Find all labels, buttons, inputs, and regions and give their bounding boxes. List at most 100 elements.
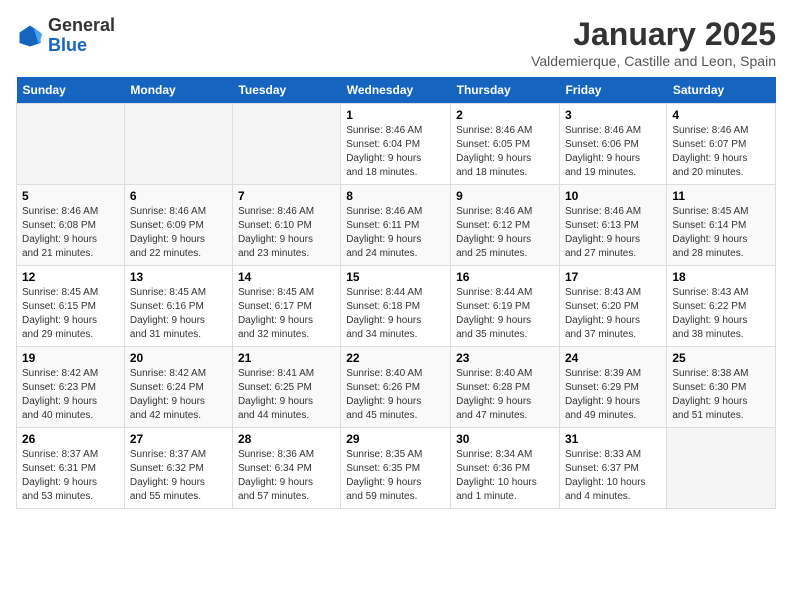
calendar-cell: 30 Sunrise: 8:34 AM Sunset: 6:36 PM Dayli… (451, 428, 560, 509)
page-title: January 2025 (531, 16, 776, 53)
day-info: Sunrise: 8:46 AM Sunset: 6:04 PM Dayligh… (346, 124, 445, 180)
calendar-cell (17, 104, 125, 185)
day-info: Sunrise: 8:42 AM Sunset: 6:24 PM Dayligh… (130, 367, 227, 423)
day-number: 17 (565, 270, 661, 284)
calendar-week-row: 5Sunrise: 8:46 AM Sunset: 6:08 PM Daylig… (17, 185, 776, 266)
day-info: Sunrise: 8:45 AM Sunset: 6:16 PM Dayligh… (130, 286, 227, 342)
calendar-cell (667, 428, 776, 509)
calendar-cell: 6 Sunrise: 8:46 AM Sunset: 6:09 PM Daylig… (124, 185, 232, 266)
logo: General Blue (16, 16, 115, 56)
day-info: Sunrise: 8:39 AM Sunset: 6:29 PM Dayligh… (565, 367, 661, 423)
day-number: 26 (22, 432, 119, 446)
day-number: 21 (238, 351, 335, 365)
weekday-header-row: SundayMondayTuesdayWednesdayThursdayFrid… (17, 77, 776, 104)
day-number: 11 (672, 189, 770, 203)
calendar-cell: 16Sunrise: 8:44 AM Sunset: 6:19 PM Dayli… (451, 266, 560, 347)
day-number: 3 (565, 108, 661, 122)
weekday-header-monday: Monday (124, 77, 232, 104)
calendar-cell: 11 Sunrise: 8:45 AM Sunset: 6:14 PM Dayli… (667, 185, 776, 266)
day-info: Sunrise: 8:38 AM Sunset: 6:30 PM Dayligh… (672, 367, 770, 423)
day-number: 7 (238, 189, 335, 203)
calendar-cell: 3 Sunrise: 8:46 AM Sunset: 6:06 PM Daylig… (559, 104, 666, 185)
page-subtitle: Valdemierque, Castille and Leon, Spain (531, 53, 776, 69)
calendar-cell: 23 Sunrise: 8:40 AM Sunset: 6:28 PM Dayli… (451, 347, 560, 428)
day-number: 16 (456, 270, 554, 284)
day-info: Sunrise: 8:45 AM Sunset: 6:14 PM Dayligh… (672, 205, 770, 261)
calendar-cell: 8Sunrise: 8:46 AM Sunset: 6:11 PM Daylig… (341, 185, 451, 266)
day-number: 8 (346, 189, 445, 203)
calendar-cell: 2 Sunrise: 8:46 AM Sunset: 6:05 PM Daylig… (451, 104, 560, 185)
day-number: 18 (672, 270, 770, 284)
day-number: 14 (238, 270, 335, 284)
day-number: 29 (346, 432, 445, 446)
day-info: Sunrise: 8:33 AM Sunset: 6:37 PM Dayligh… (565, 448, 661, 504)
weekday-header-saturday: Saturday (667, 77, 776, 104)
day-info: Sunrise: 8:45 AM Sunset: 6:17 PM Dayligh… (238, 286, 335, 342)
day-info: Sunrise: 8:46 AM Sunset: 6:06 PM Dayligh… (565, 124, 661, 180)
weekday-header-thursday: Thursday (451, 77, 560, 104)
calendar-cell: 14 Sunrise: 8:45 AM Sunset: 6:17 PM Dayli… (232, 266, 340, 347)
calendar-cell: 1 Sunrise: 8:46 AM Sunset: 6:04 PM Daylig… (341, 104, 451, 185)
weekday-header-wednesday: Wednesday (341, 77, 451, 104)
calendar-week-row: 26 Sunrise: 8:37 AM Sunset: 6:31 PM Dayli… (17, 428, 776, 509)
day-number: 25 (672, 351, 770, 365)
day-info: Sunrise: 8:46 AM Sunset: 6:13 PM Dayligh… (565, 205, 661, 261)
day-number: 19 (22, 351, 119, 365)
day-number: 1 (346, 108, 445, 122)
calendar-table: SundayMondayTuesdayWednesdayThursdayFrid… (16, 77, 776, 509)
calendar-cell: 27 Sunrise: 8:37 AM Sunset: 6:32 PM Dayli… (124, 428, 232, 509)
day-number: 15 (346, 270, 445, 284)
day-info: Sunrise: 8:46 AM Sunset: 6:07 PM Dayligh… (672, 124, 770, 180)
calendar-cell: 25 Sunrise: 8:38 AM Sunset: 6:30 PM Dayli… (667, 347, 776, 428)
day-info: Sunrise: 8:35 AM Sunset: 6:35 PM Dayligh… (346, 448, 445, 504)
day-info: Sunrise: 8:43 AM Sunset: 6:22 PM Dayligh… (672, 286, 770, 342)
calendar-cell: 20 Sunrise: 8:42 AM Sunset: 6:24 PM Dayli… (124, 347, 232, 428)
day-number: 27 (130, 432, 227, 446)
day-number: 23 (456, 351, 554, 365)
day-number: 2 (456, 108, 554, 122)
calendar-cell: 31 Sunrise: 8:33 AM Sunset: 6:37 PM Dayli… (559, 428, 666, 509)
calendar-cell: 29 Sunrise: 8:35 AM Sunset: 6:35 PM Dayli… (341, 428, 451, 509)
calendar-cell: 22Sunrise: 8:40 AM Sunset: 6:26 PM Dayli… (341, 347, 451, 428)
calendar-week-row: 1 Sunrise: 8:46 AM Sunset: 6:04 PM Daylig… (17, 104, 776, 185)
day-info: Sunrise: 8:40 AM Sunset: 6:28 PM Dayligh… (456, 367, 554, 423)
day-number: 28 (238, 432, 335, 446)
calendar-cell: 15 Sunrise: 8:44 AM Sunset: 6:18 PM Dayli… (341, 266, 451, 347)
day-number: 22 (346, 351, 445, 365)
day-info: Sunrise: 8:44 AM Sunset: 6:18 PM Dayligh… (346, 286, 445, 342)
calendar-cell: 26 Sunrise: 8:37 AM Sunset: 6:31 PM Dayli… (17, 428, 125, 509)
weekday-header-tuesday: Tuesday (232, 77, 340, 104)
day-info: Sunrise: 8:46 AM Sunset: 6:05 PM Dayligh… (456, 124, 554, 180)
title-section: January 2025 Valdemierque, Castille and … (531, 16, 776, 69)
calendar-cell: 24 Sunrise: 8:39 AM Sunset: 6:29 PM Dayli… (559, 347, 666, 428)
day-number: 6 (130, 189, 227, 203)
calendar-week-row: 19 Sunrise: 8:42 AM Sunset: 6:23 PM Dayli… (17, 347, 776, 428)
calendar-cell: 10 Sunrise: 8:46 AM Sunset: 6:13 PM Dayli… (559, 185, 666, 266)
day-info: Sunrise: 8:46 AM Sunset: 6:10 PM Dayligh… (238, 205, 335, 261)
day-info: Sunrise: 8:36 AM Sunset: 6:34 PM Dayligh… (238, 448, 335, 504)
calendar-cell (124, 104, 232, 185)
day-number: 30 (456, 432, 554, 446)
day-number: 13 (130, 270, 227, 284)
day-info: Sunrise: 8:46 AM Sunset: 6:09 PM Dayligh… (130, 205, 227, 261)
day-number: 20 (130, 351, 227, 365)
calendar-cell: 12 Sunrise: 8:45 AM Sunset: 6:15 PM Dayli… (17, 266, 125, 347)
day-info: Sunrise: 8:46 AM Sunset: 6:12 PM Dayligh… (456, 205, 554, 261)
day-info: Sunrise: 8:37 AM Sunset: 6:32 PM Dayligh… (130, 448, 227, 504)
day-number: 12 (22, 270, 119, 284)
day-number: 24 (565, 351, 661, 365)
page-header: General Blue January 2025 Valdemierque, … (16, 16, 776, 69)
logo-text: General Blue (48, 16, 115, 56)
day-info: Sunrise: 8:42 AM Sunset: 6:23 PM Dayligh… (22, 367, 119, 423)
day-info: Sunrise: 8:34 AM Sunset: 6:36 PM Dayligh… (456, 448, 554, 504)
day-number: 31 (565, 432, 661, 446)
day-info: Sunrise: 8:45 AM Sunset: 6:15 PM Dayligh… (22, 286, 119, 342)
calendar-cell: 28 Sunrise: 8:36 AM Sunset: 6:34 PM Dayli… (232, 428, 340, 509)
day-number: 10 (565, 189, 661, 203)
calendar-cell: 18 Sunrise: 8:43 AM Sunset: 6:22 PM Dayli… (667, 266, 776, 347)
day-number: 4 (672, 108, 770, 122)
calendar-cell: 9Sunrise: 8:46 AM Sunset: 6:12 PM Daylig… (451, 185, 560, 266)
day-info: Sunrise: 8:37 AM Sunset: 6:31 PM Dayligh… (22, 448, 119, 504)
calendar-week-row: 12 Sunrise: 8:45 AM Sunset: 6:15 PM Dayli… (17, 266, 776, 347)
calendar-cell: 19 Sunrise: 8:42 AM Sunset: 6:23 PM Dayli… (17, 347, 125, 428)
